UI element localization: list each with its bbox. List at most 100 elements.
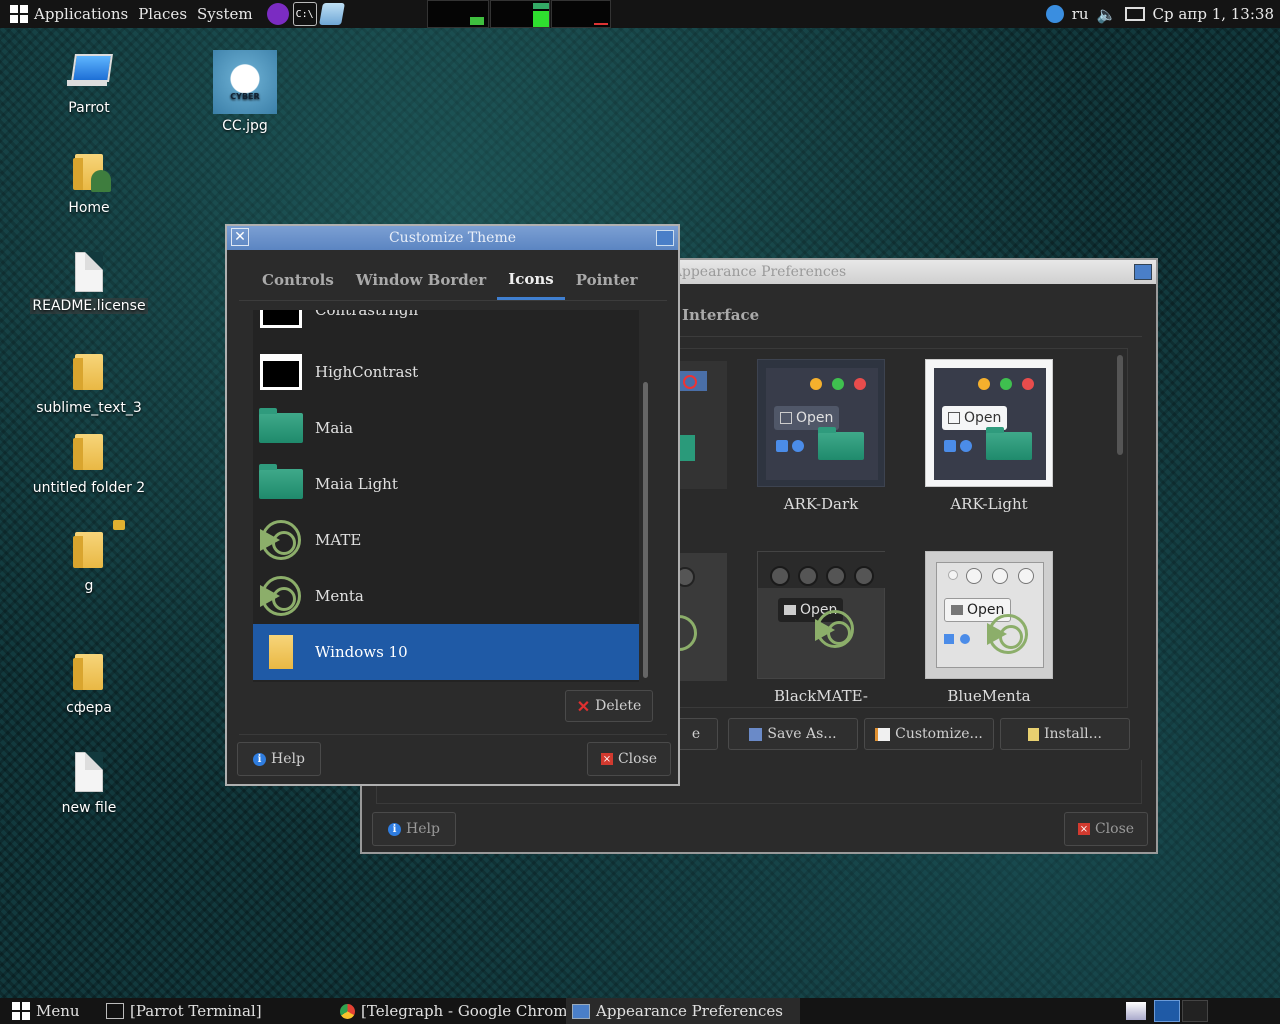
- contrast-folder-icon: [260, 310, 302, 328]
- windows-logo-icon: [10, 5, 28, 23]
- tab-controls[interactable]: Controls: [251, 260, 345, 300]
- desktop-icon-home[interactable]: Home: [29, 154, 149, 216]
- system-menu[interactable]: System: [197, 5, 263, 23]
- desktop-icon-label: сфера: [66, 700, 112, 716]
- folder-icon: [73, 520, 125, 568]
- window-title: Appearance Preferences: [671, 264, 847, 280]
- list-item-maia-light[interactable]: Maia Light: [253, 456, 639, 512]
- list-item-label: Maia Light: [315, 475, 398, 493]
- network-icon[interactable]: [1124, 7, 1145, 21]
- home-folder-icon: [73, 154, 111, 192]
- places-menu[interactable]: Places: [138, 5, 197, 23]
- help-label: Help: [406, 821, 440, 837]
- desktop-icon-untitled-folder-2[interactable]: untitled folder 2: [29, 434, 149, 496]
- customize-help-button[interactable]: i Help: [237, 742, 321, 776]
- chrome-icon: [340, 1003, 355, 1019]
- folder-icon: [73, 654, 103, 690]
- desktop-icon-parrot[interactable]: Parrot: [29, 52, 149, 116]
- task-appearance-preferences[interactable]: Appearance Preferences: [566, 998, 800, 1024]
- tab-pointer[interactable]: Pointer: [565, 260, 649, 300]
- theme-grid-scrollbar[interactable]: [1117, 355, 1123, 455]
- folder-icon: [73, 354, 103, 390]
- theme-label-blackmate: BlackMATE-: [774, 687, 868, 705]
- appearance-help-button[interactable]: i Help: [372, 812, 456, 846]
- update-notifier-icon[interactable]: [1045, 5, 1064, 23]
- teal-folder-icon: [259, 464, 303, 499]
- close-icon: ×: [600, 753, 613, 765]
- theme-thumb-bluementa[interactable]: Open: [925, 551, 1053, 679]
- desktop-icon-sublime-text-3[interactable]: sublime_text_3: [29, 354, 149, 416]
- desktop-icon-new-file[interactable]: new file: [29, 752, 149, 816]
- customize-titlebar[interactable]: ✕ Customize Theme: [227, 226, 678, 250]
- install-icon: [1027, 727, 1039, 741]
- list-item-highcontrast[interactable]: HighContrast: [253, 344, 639, 400]
- bottom-panel: Menu [Parrot Terminal] [Telegraph - Goog…: [0, 998, 1280, 1024]
- desktop-icon-label: sublime_text_3: [36, 400, 142, 416]
- top-panel: Applications Places System C:\ ru 🔈 Ср а…: [0, 0, 1280, 28]
- task-label: [Telegraph - Google Chrome]: [361, 1002, 583, 1020]
- delete-theme-button[interactable]: e: [674, 718, 718, 750]
- list-item-label: Menta: [315, 587, 364, 605]
- clock[interactable]: Ср апр 1, 13:38: [1153, 5, 1274, 23]
- open-label: Open: [796, 410, 834, 426]
- desktop-icon-sfera[interactable]: сфера: [29, 654, 149, 716]
- edit-icon: [875, 727, 891, 741]
- customize-button[interactable]: Customize...: [864, 718, 994, 750]
- network-monitor-graph: [551, 0, 611, 28]
- info-icon: i: [388, 822, 402, 836]
- tor-browser-launcher-icon[interactable]: [266, 3, 289, 25]
- memory-monitor-graph: [490, 0, 550, 28]
- terminal-launcher-icon[interactable]: C:\: [292, 2, 317, 26]
- text-editor-launcher-icon[interactable]: [318, 3, 345, 25]
- list-item-label: MATE: [315, 531, 362, 549]
- list-item-label: ContrastHigh: [315, 310, 419, 319]
- delete-icon: ✕: [576, 696, 591, 716]
- desktop-icon-cc-jpg[interactable]: CYBER CC.jpg: [185, 50, 305, 134]
- list-item-windows-10[interactable]: Windows 10: [253, 624, 639, 680]
- task-parrot-terminal[interactable]: [Parrot Terminal]: [106, 998, 262, 1024]
- theme-thumb-blackmate[interactable]: Open: [757, 551, 886, 679]
- delete-button[interactable]: ✕ Delete: [565, 690, 653, 722]
- workspace-1[interactable]: [1154, 1000, 1180, 1022]
- tab-window-border[interactable]: Window Border: [345, 260, 497, 300]
- desktop-icon-readme[interactable]: README.license: [29, 252, 149, 314]
- applications-menu[interactable]: Applications: [0, 5, 138, 23]
- menu-button[interactable]: Menu: [8, 998, 80, 1024]
- volume-icon[interactable]: 🔈: [1097, 5, 1117, 24]
- tab-interface[interactable]: Interface: [682, 306, 759, 324]
- show-desktop-icon[interactable]: [1126, 1002, 1146, 1020]
- task-telegraph-chrome[interactable]: [Telegraph - Google Chrome]: [340, 998, 582, 1024]
- list-item-menta[interactable]: Menta: [253, 568, 639, 624]
- list-item-mate[interactable]: MATE: [253, 512, 639, 568]
- appearance-close-button[interactable]: × Close: [1064, 812, 1148, 846]
- workspace-2[interactable]: [1182, 1000, 1208, 1022]
- theme-thumb-ark-dark[interactable]: Open: [757, 359, 885, 487]
- desktop-icon-label: CC.jpg: [222, 118, 268, 134]
- theme-thumb-ark-light[interactable]: Open: [925, 359, 1053, 487]
- list-item-label: Maia: [315, 419, 354, 437]
- tab-icons[interactable]: Icons: [497, 260, 565, 300]
- theme-label-ark-dark: ARK-Dark: [783, 495, 859, 513]
- customize-close-button[interactable]: × Close: [587, 742, 671, 776]
- close-icon: ×: [1077, 823, 1090, 835]
- keyboard-layout-indicator[interactable]: ru: [1072, 5, 1089, 23]
- save-as-button[interactable]: Save As...: [728, 718, 858, 750]
- customize-theme-window: ✕ Customize Theme Controls Window Border…: [225, 224, 680, 786]
- close-icon[interactable]: ✕: [231, 228, 249, 246]
- customize-tabbar: Controls Window Border Icons Pointer: [239, 260, 667, 301]
- install-button[interactable]: Install...: [1000, 718, 1130, 750]
- mate-logo-icon: [260, 576, 301, 616]
- theme-label-ark-light: ARK-Light: [950, 495, 1028, 513]
- list-item-maia[interactable]: Maia: [253, 400, 639, 456]
- places-label: Places: [138, 5, 188, 23]
- divider: [239, 734, 667, 735]
- desktop-icon-label: new file: [61, 800, 117, 816]
- list-item-contrasthigh[interactable]: ContrastHigh: [253, 310, 639, 338]
- install-label: Install...: [1043, 726, 1102, 742]
- desktop-icon-g[interactable]: g: [29, 520, 149, 594]
- save-as-label: Save As...: [767, 726, 837, 742]
- image-thumbnail-icon: CYBER: [213, 50, 277, 114]
- icon-list-scrollbar[interactable]: [643, 382, 648, 678]
- file-icon: [75, 752, 103, 792]
- applications-label: Applications: [34, 5, 129, 23]
